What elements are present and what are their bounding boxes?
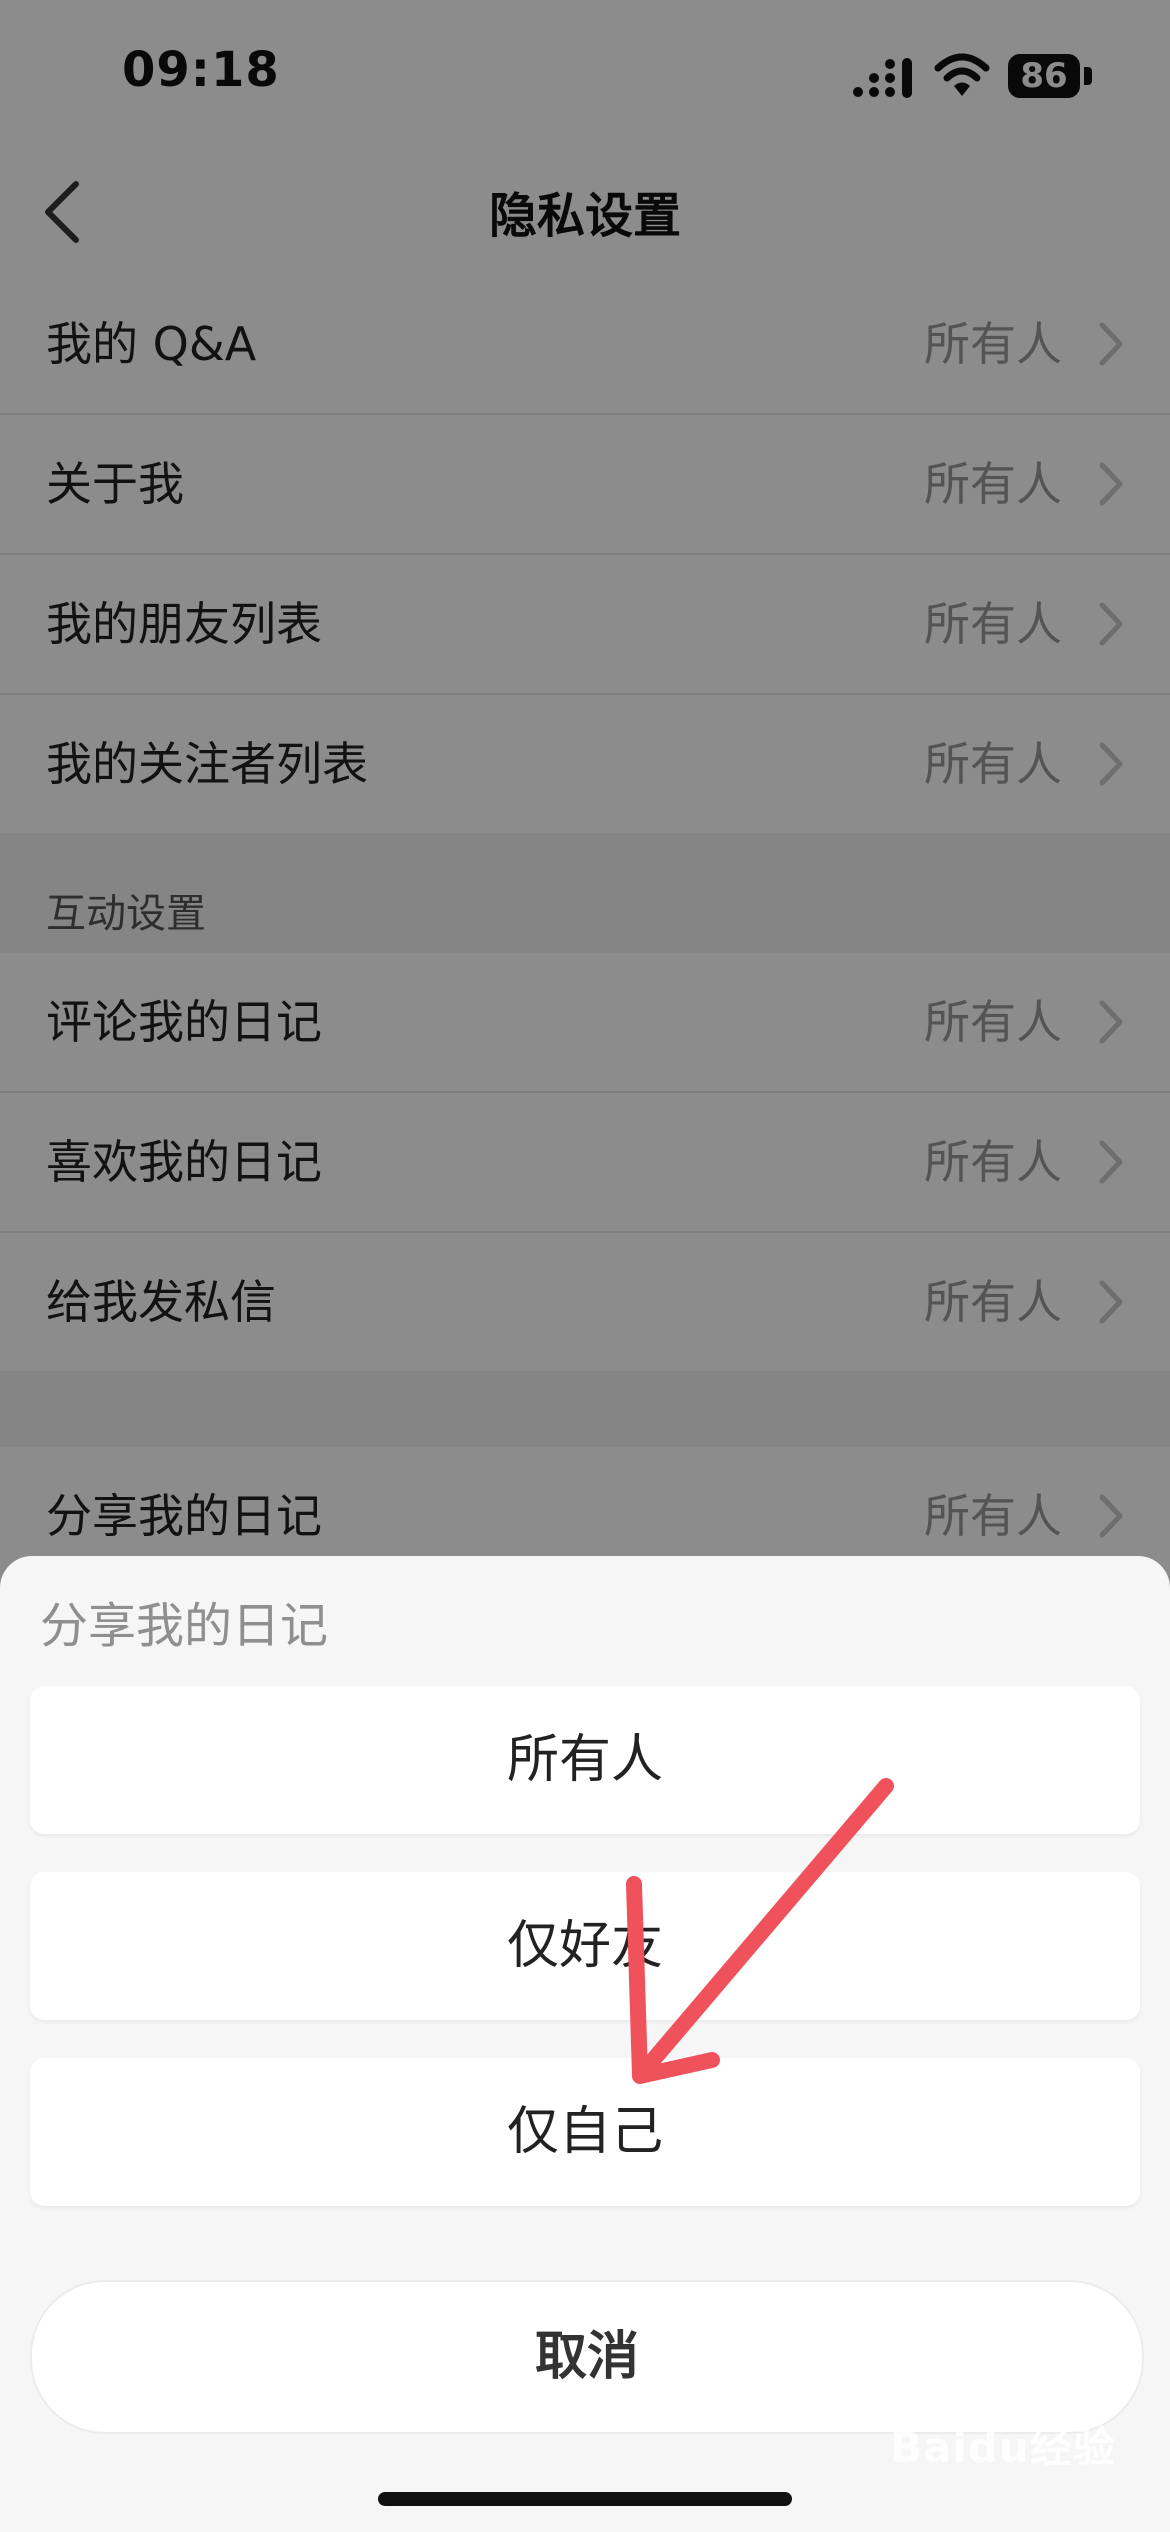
option-friends-only[interactable]: 仅好友	[30, 1872, 1140, 2020]
baidu-watermark: Baidu经验	[890, 2412, 1120, 2482]
annotation-arrow-icon	[626, 1778, 894, 2084]
action-sheet: 分享我的日记 所有人 仅好友 仅自己 取消	[0, 1556, 1170, 2532]
option-everyone[interactable]: 所有人	[30, 1686, 1140, 1834]
option-only-me[interactable]: 仅自己	[30, 2058, 1140, 2206]
sheet-title: 分享我的日记	[40, 1598, 329, 1654]
home-indicator[interactable]	[378, 2492, 792, 2506]
screen: 09:18 86 隐私设置 我的 Q&A 所有人 关于我 所有人 我的朋友列表 …	[0, 0, 1170, 2532]
watermark-text: Baidu经验	[890, 2423, 1116, 2472]
cancel-button[interactable]: 取消	[30, 2280, 1144, 2434]
